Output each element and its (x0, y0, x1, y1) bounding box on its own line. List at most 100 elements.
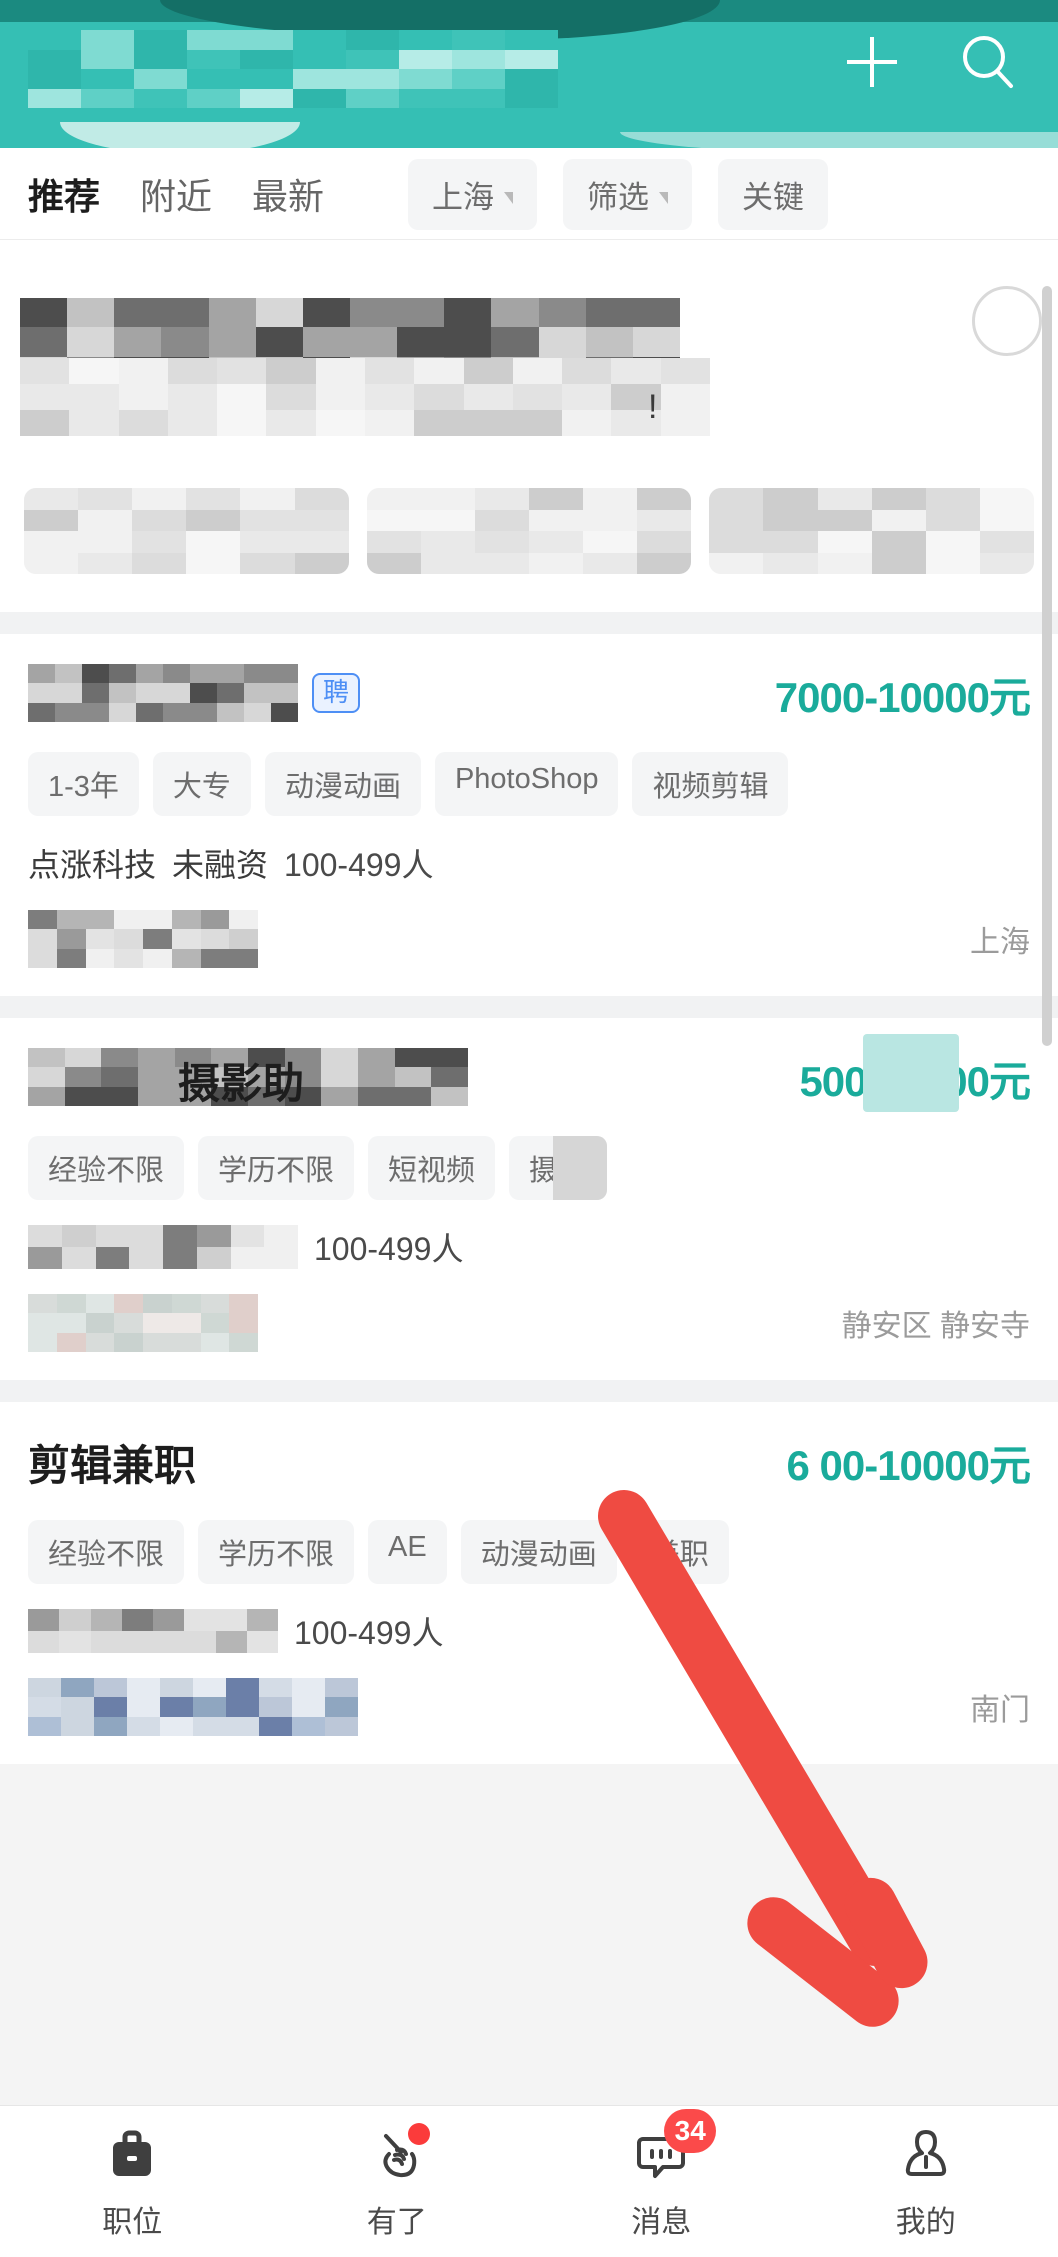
job-card-foot: 静安区 静安寺 (28, 1292, 1030, 1354)
section-gap (0, 1380, 1058, 1402)
filter-chip-filter-label: 筛选 (587, 179, 650, 215)
job-tag: 摄影 (509, 1136, 608, 1200)
job-tag: 动漫动画 (460, 1520, 617, 1584)
section-gap (0, 612, 1058, 634)
job-company-line: 100-499人 (28, 1224, 1030, 1270)
job-company-line: 点涨科技 未融资 100-499人 (28, 840, 1030, 886)
tab-latest[interactable]: 最新 (252, 168, 324, 220)
job-title-redacted (28, 664, 298, 722)
job-card[interactable]: 摄影助 500 10000元 经验不限 学历不限 短视频 摄影 100-499人… (0, 1018, 1058, 1380)
job-card-head: 摄影助 500 10000元 (28, 1034, 1031, 1112)
filter-chip-keyword[interactable]: 关键 (718, 158, 829, 230)
promo-exclamation: ! (648, 388, 658, 426)
nav-label-profile: 我的 (895, 2205, 956, 2239)
job-company-redacted (28, 1609, 278, 1653)
chevron-down-icon (504, 192, 514, 204)
chevron-down-icon (659, 192, 669, 204)
nav-label-messages: 消息 (631, 2205, 692, 2239)
job-tag: 视频剪辑 (632, 752, 789, 816)
hand-tap-icon (366, 2122, 430, 2185)
job-title-wrap: 摄影助 (28, 1048, 468, 1107)
job-company-size: 100-499人 (294, 1615, 444, 1651)
person-icon (895, 2123, 957, 2185)
job-card[interactable]: 剪辑兼职 6 00-10000元 经验不限 学历不限 AE 动漫动画 兼职 10… (0, 1402, 1058, 1764)
job-salary: 6 00-10000元 (786, 1442, 1031, 1489)
job-tag: 大专 (152, 752, 251, 816)
nav-label-matched: 有了 (366, 2205, 427, 2239)
filter-chip-city[interactable]: 上海 (408, 158, 538, 230)
bottom-navigation: 职位 有了 34 消息 我的 (0, 2105, 1058, 2257)
header-top-band (0, 0, 1058, 40)
job-location: 静安区 静安寺 (841, 1310, 1030, 1343)
job-tag-row: 1-3年 大专 动漫动画 PhotoShop 视频剪辑 (28, 752, 1030, 816)
job-recruiter-redacted (28, 1294, 258, 1352)
job-title-redacted: 摄影助 (28, 1048, 468, 1107)
job-company-line: 100-499人 (28, 1608, 1030, 1654)
briefcase-icon (101, 2123, 163, 2185)
job-title-wrap: 聘 (28, 664, 361, 722)
job-card-head: 聘 7000-10000元 (28, 664, 1031, 726)
job-company-size: 100-499人 (284, 847, 434, 883)
promo-question-card[interactable]: 请问你 哪三类型的职 ! (0, 240, 1058, 476)
tab-nearby[interactable]: 附近 (140, 168, 212, 220)
vertical-scrollbar[interactable] (1042, 286, 1052, 1046)
promo-spacer (0, 586, 1058, 612)
job-company-redacted (28, 1225, 298, 1269)
promo-option-1-redacted (24, 488, 349, 574)
nav-label-jobs: 职位 (102, 2205, 163, 2239)
header-actions (836, 26, 1024, 98)
promo-option-1[interactable] (24, 488, 349, 574)
job-tag: 兼职 (630, 1520, 729, 1584)
job-title-fragment: 摄影助 (178, 1060, 305, 1107)
app-screen: 推荐 附近 最新 上海 筛选 关键 请问你 哪三类型的职 ! (0, 0, 1058, 2257)
nav-item-messages[interactable]: 34 消息 (529, 2108, 794, 2241)
job-location: 上海 (970, 926, 1030, 959)
chat-bubble-icon: 34 (630, 2108, 717, 2185)
job-card[interactable]: 聘 7000-10000元 1-3年 大专 动漫动画 PhotoShop 视频剪… (0, 634, 1058, 996)
promo-option-2[interactable] (366, 488, 692, 574)
job-tag: PhotoShop (434, 752, 619, 816)
job-card-foot: 南门 (28, 1676, 1030, 1738)
job-salary: 7000-10000元 (774, 674, 1031, 721)
promo-close-icon[interactable] (972, 286, 1042, 356)
job-company-funding: 未融资 (172, 847, 269, 883)
promo-option-3[interactable]: 更多选项 (709, 488, 1035, 574)
job-tag: 动漫动画 (264, 752, 421, 816)
job-tag: 经验不限 (28, 1520, 185, 1584)
nav-badge-count: 34 (664, 2108, 717, 2153)
filter-chip-filter[interactable]: 筛选 (563, 158, 693, 230)
filter-chip-keyword-label: 关键 (742, 179, 805, 215)
job-tag-row: 经验不限 学历不限 AE 动漫动画 兼职 (28, 1520, 1030, 1584)
job-title-wrap: 剪辑兼职 (28, 1432, 196, 1493)
header-wave-decoration (60, 122, 300, 148)
nav-badge-dot (407, 2122, 430, 2145)
app-header (0, 0, 1058, 148)
plus-icon[interactable] (836, 26, 908, 98)
promo-option-3-redacted (709, 488, 1035, 574)
nav-item-matched[interactable]: 有了 (265, 2122, 530, 2241)
job-company-name: 点涨科技 (28, 847, 157, 883)
job-recruiter-redacted (28, 910, 258, 968)
job-company-size: 100-499人 (314, 1231, 464, 1267)
nav-item-profile[interactable]: 我的 (794, 2123, 1058, 2241)
job-card-head: 剪辑兼职 6 00-10000元 (28, 1432, 1031, 1494)
job-card-foot: 上海 (28, 908, 1030, 970)
promo-text-redacted-2 (20, 358, 710, 436)
header-wave-decoration-2 (620, 132, 1058, 148)
tab-recommended[interactable]: 推荐 (28, 168, 100, 220)
nav-item-jobs[interactable]: 职位 (0, 2123, 265, 2241)
job-tag-redacted (553, 1136, 608, 1200)
filter-chip-list: 上海 筛选 关键 (408, 158, 829, 230)
tabs-and-filters: 推荐 附近 最新 上海 筛选 关键 (0, 148, 1058, 240)
job-recruiter-redacted (28, 1678, 358, 1736)
job-tag: 学历不限 (198, 1520, 355, 1584)
job-tag: 经验不限 (28, 1136, 185, 1200)
promo-options-row: 更多选项 (0, 476, 1058, 586)
promo-option-2-redacted (366, 488, 692, 574)
job-tag: 学历不限 (198, 1136, 355, 1200)
search-icon[interactable] (952, 26, 1024, 98)
job-title: 剪辑兼职 (28, 1442, 197, 1489)
filter-chip-city-label: 上海 (432, 179, 495, 215)
job-tag-row: 经验不限 学历不限 短视频 摄影 (28, 1136, 1030, 1200)
job-badge-urgent: 聘 (312, 673, 361, 713)
